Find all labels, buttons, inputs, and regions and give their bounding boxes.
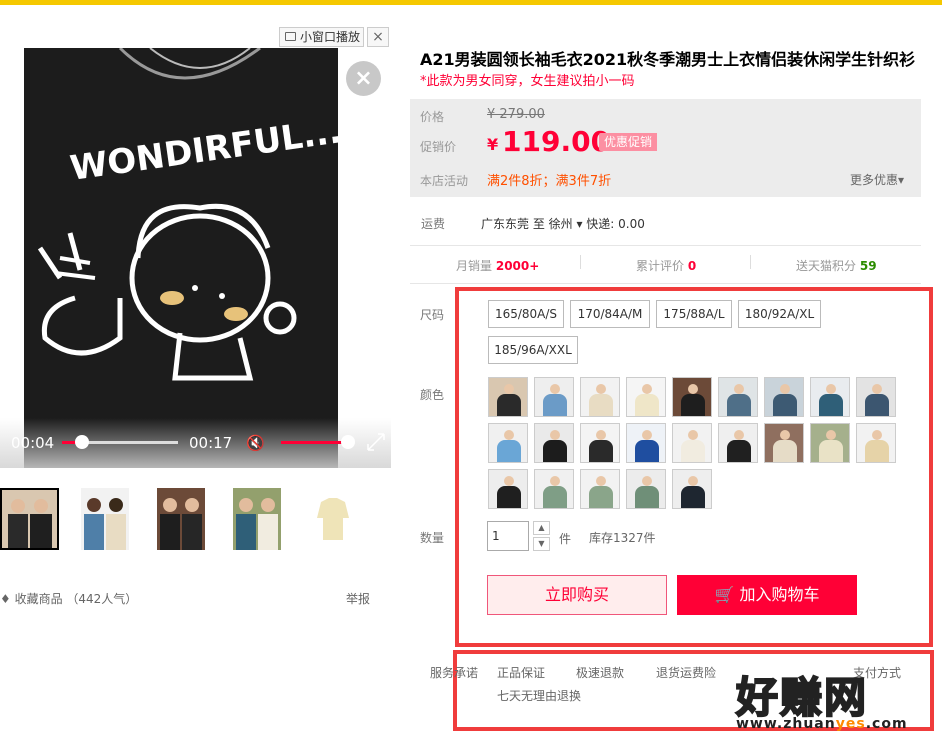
- review-count-label: 累计评价: [636, 259, 685, 273]
- color-swatch[interactable]: [626, 423, 666, 463]
- color-swatch[interactable]: [856, 377, 896, 417]
- shipping-label: 运费: [421, 217, 446, 231]
- monthly-sales-value: 2000+: [495, 259, 540, 273]
- color-label: 颜色: [420, 388, 445, 402]
- promo-badge: 优惠促销: [599, 133, 658, 151]
- thumbnail-5[interactable]: [309, 488, 357, 550]
- tmall-points-label: 送天猫积分: [796, 259, 857, 273]
- review-count[interactable]: 累计评价 0: [636, 257, 696, 274]
- color-swatch[interactable]: [718, 423, 758, 463]
- color-swatch[interactable]: [580, 469, 620, 509]
- sweater-print-text: WONDIRFUL...: [68, 111, 344, 189]
- buy-now-button[interactable]: 立即购买: [487, 575, 667, 615]
- video-left-margin: [0, 48, 24, 468]
- color-swatch[interactable]: [534, 469, 574, 509]
- more-discounts-link[interactable]: 更多优惠▾: [850, 171, 904, 188]
- quantity-decrease-button[interactable]: ▼: [533, 537, 550, 551]
- tmall-points-value: 59: [859, 259, 877, 273]
- color-swatch[interactable]: [488, 469, 528, 509]
- original-price: ¥ 279.00: [487, 107, 545, 122]
- report-link[interactable]: 举报: [346, 590, 370, 607]
- color-swatch[interactable]: [672, 377, 712, 417]
- service-item[interactable]: 七天无理由退换: [497, 687, 581, 704]
- stats-divider: [580, 255, 581, 269]
- price-label: 价格: [420, 110, 445, 124]
- color-swatch[interactable]: [580, 423, 620, 463]
- thumbnail-3[interactable]: [157, 488, 205, 550]
- service-item[interactable]: 极速退款: [576, 664, 624, 681]
- top-accent-bar: [0, 0, 942, 5]
- size-option[interactable]: 175/88A/L: [656, 300, 732, 328]
- promo-price-label: 促销价: [420, 140, 457, 154]
- watermark-url: www.zhuanyes.com: [736, 716, 908, 732]
- color-swatch[interactable]: [764, 377, 804, 417]
- color-swatch[interactable]: [626, 377, 666, 417]
- video-close-button[interactable]: ×: [346, 61, 381, 96]
- video-right-margin: [338, 48, 391, 468]
- video-total-time: 00:17: [189, 434, 233, 452]
- stock-count: 库存1327件: [589, 531, 656, 545]
- color-swatch[interactable]: [718, 377, 758, 417]
- thumbnail-1[interactable]: [0, 488, 59, 550]
- thumbnail-2[interactable]: [81, 488, 129, 550]
- video-player[interactable]: WONDIRFUL...: [0, 48, 391, 468]
- pip-close-button[interactable]: ×: [367, 27, 389, 47]
- shipping-destination-select[interactable]: 广东东莞 至 徐州 ▾ 快递: 0.00: [481, 215, 645, 232]
- monthly-sales-label: 月销量: [456, 259, 493, 273]
- quantity-label: 数量: [420, 531, 445, 545]
- volume-handle[interactable]: [340, 435, 355, 449]
- color-swatch[interactable]: [856, 423, 896, 463]
- mini-window-play-button[interactable]: 小窗口播放: [279, 27, 364, 47]
- divider: [410, 283, 921, 284]
- monthly-sales: 月销量 2000+: [456, 257, 539, 274]
- color-swatch[interactable]: [810, 423, 850, 463]
- quantity-increase-button[interactable]: ▲: [533, 521, 550, 535]
- service-label: 服务承诺: [430, 666, 479, 680]
- store-activity-label: 本店活动: [420, 174, 469, 188]
- volume-fill: [281, 441, 348, 444]
- size-option[interactable]: 185/96A/XXL: [488, 336, 578, 364]
- video-progress-handle[interactable]: [74, 435, 89, 449]
- size-option[interactable]: 165/80A/S: [488, 300, 564, 328]
- color-swatch[interactable]: [534, 377, 574, 417]
- service-item[interactable]: 退货运费险: [656, 664, 716, 681]
- color-swatch[interactable]: [580, 377, 620, 417]
- color-swatch[interactable]: [764, 423, 804, 463]
- currency-symbol: ¥: [487, 135, 499, 154]
- product-subtitle: *此款为男女同穿，女生建议拍小一码: [420, 74, 635, 89]
- color-swatch[interactable]: [488, 377, 528, 417]
- quantity-unit: 件: [559, 532, 572, 546]
- color-swatch[interactable]: [626, 469, 666, 509]
- size-option[interactable]: 180/92A/XL: [738, 300, 821, 328]
- collect-product-link[interactable]: ♦ 收藏商品 （442人气）: [0, 590, 137, 607]
- store-activity: 满2件8折；满3件7折: [487, 174, 612, 189]
- tmall-points: 送天猫积分 59: [796, 257, 877, 274]
- cart-icon: 🛒: [714, 585, 735, 604]
- promo-price: 119.00: [502, 125, 611, 158]
- service-item[interactable]: 正品保证: [497, 664, 545, 681]
- add-to-cart-button[interactable]: 🛒 加入购物车: [677, 575, 857, 615]
- color-swatch[interactable]: [672, 423, 712, 463]
- color-swatch[interactable]: [810, 377, 850, 417]
- divider: [410, 245, 921, 246]
- fullscreen-icon[interactable]: [366, 432, 386, 452]
- mute-icon[interactable]: 🔇: [246, 434, 265, 452]
- tv-icon: [285, 32, 296, 41]
- color-swatch[interactable]: [534, 423, 574, 463]
- size-label: 尺码: [420, 308, 445, 322]
- color-swatch[interactable]: [488, 423, 528, 463]
- mini-window-label: 小窗口播放: [300, 30, 361, 44]
- video-current-time: 00:04: [11, 434, 55, 452]
- add-to-cart-label: 加入购物车: [739, 585, 820, 604]
- thumbnail-4[interactable]: [233, 488, 281, 550]
- color-swatch[interactable]: [672, 469, 712, 509]
- product-title: A21男装圆领长袖毛衣2021秋冬季潮男士上衣情侣装休闲学生针织衫: [420, 50, 916, 69]
- review-count-value: 0: [687, 259, 697, 273]
- stats-divider: [750, 255, 751, 269]
- size-option[interactable]: 170/84A/M: [570, 300, 650, 328]
- sweater-graphic: WONDIRFUL...: [37, 48, 344, 381]
- quantity-input[interactable]: 1: [487, 521, 529, 551]
